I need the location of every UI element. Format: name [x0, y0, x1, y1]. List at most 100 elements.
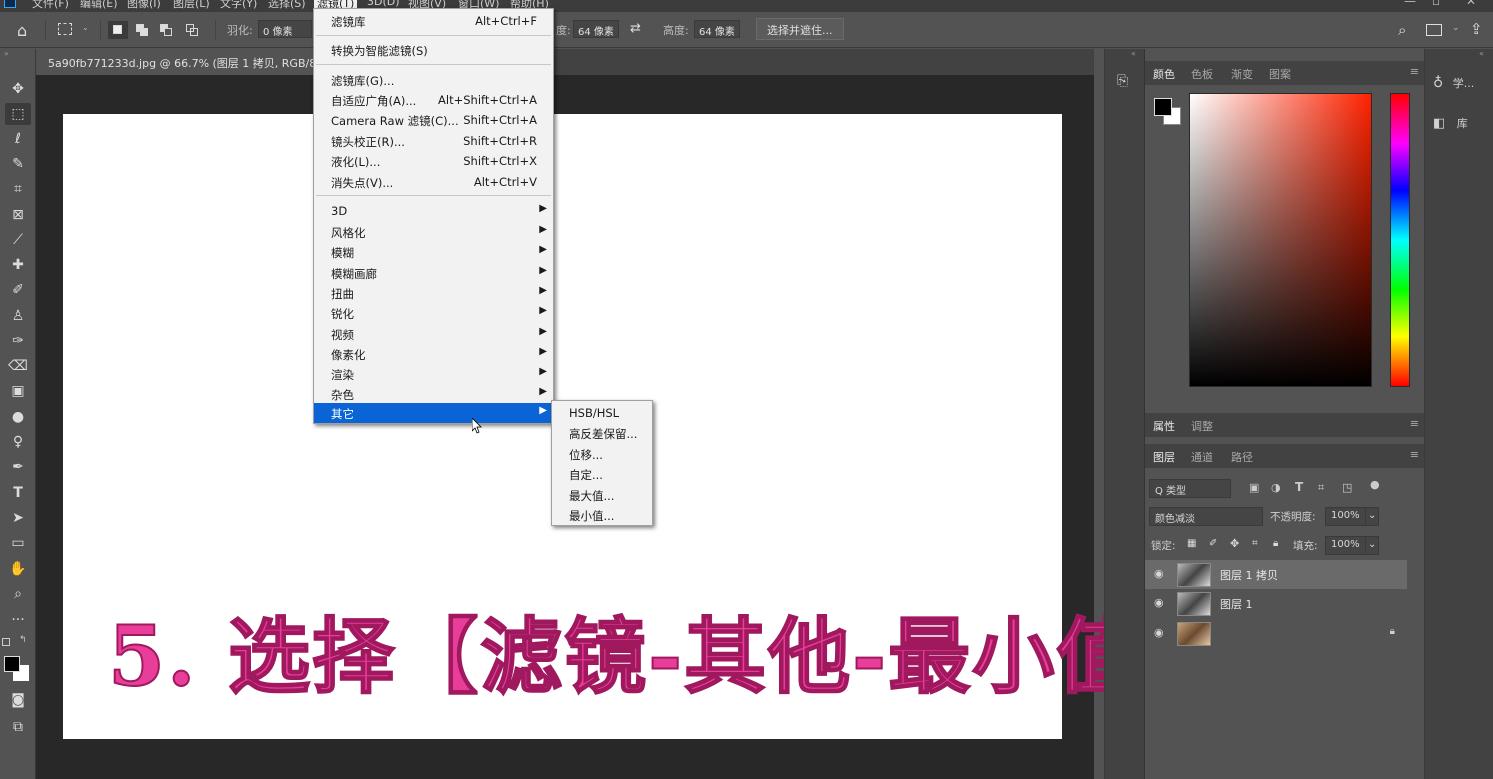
menu-item-convert-smart-filter[interactable]: 转换为智能滤镜(S) — [314, 40, 553, 60]
menu-item-high-pass[interactable]: 高反差保留... — [552, 423, 652, 443]
collapse-icon[interactable]: « — [1479, 49, 1484, 58]
tab-adjustments[interactable]: 调整 — [1191, 418, 1213, 434]
eye-icon[interactable]: ◉ — [1154, 596, 1164, 609]
intersect-selection-icon[interactable] — [186, 24, 198, 36]
opacity-input[interactable]: 100% — [1325, 507, 1369, 526]
healing-brush-tool-icon[interactable]: ✚ — [5, 254, 31, 276]
learn-panel-button[interactable]: ♁ 学... — [1433, 75, 1474, 91]
menu-item-maximum[interactable]: 最大值... — [552, 485, 652, 505]
chevron-down-icon[interactable]: ⌄ — [82, 23, 89, 32]
filter-toggle-icon[interactable]: ● — [1370, 478, 1380, 491]
chevron-down-icon[interactable]: ⌄ — [1452, 23, 1460, 33]
tab-channels[interactable]: 通道 — [1191, 449, 1213, 465]
select-and-mask-button[interactable]: 选择并遮住... — [756, 18, 844, 40]
menu-item-noise[interactable]: 杂色 ▶ — [314, 384, 553, 404]
blend-mode-dropdown[interactable]: 颜色减淡 — [1149, 507, 1263, 526]
quick-mask-icon[interactable]: ◙ — [5, 689, 31, 711]
menu-item-3d[interactable]: 3D ▶ — [314, 201, 553, 221]
tab-properties[interactable]: 属性 — [1153, 418, 1175, 434]
rectangle-tool-icon[interactable]: ▭ — [5, 532, 31, 554]
menu-item-other[interactable]: 其它 ▶ — [314, 403, 553, 423]
eye-icon[interactable]: ◉ — [1154, 567, 1164, 580]
height-input[interactable]: 64 像素 — [694, 20, 740, 38]
menu-item-video[interactable]: 视频 ▶ — [314, 324, 553, 344]
tab-paths[interactable]: 路径 — [1231, 449, 1253, 465]
menu-item-offset[interactable]: 位移... — [552, 444, 652, 464]
tab-layers[interactable]: 图层 — [1153, 449, 1175, 465]
close-icon[interactable]: ✕ — [1466, 0, 1476, 8]
menu-image[interactable]: 图像(I) — [127, 0, 161, 11]
eyedropper-tool-icon[interactable]: ⟋ — [5, 229, 31, 251]
menu-item-custom[interactable]: 自定... — [552, 464, 652, 484]
frame-tool-icon[interactable]: ⊠ — [5, 204, 31, 226]
move-tool-icon[interactable]: ✥ — [5, 78, 31, 100]
layer-row[interactable]: ◉ 🔒︎ — [1145, 619, 1407, 648]
layer-row[interactable]: ◉ 图层 1 — [1145, 589, 1407, 618]
library-panel-button[interactable]: ◧ 库 — [1433, 115, 1468, 131]
brush-tool-icon[interactable]: ✐ — [5, 279, 31, 301]
eraser-tool-icon[interactable]: ⌫ — [5, 355, 31, 377]
maximize-icon[interactable]: ▫ — [1432, 0, 1440, 8]
chevron-down-icon[interactable]: ⌄ — [1365, 507, 1379, 526]
menu-3d[interactable]: 3D(D) — [367, 0, 400, 8]
menu-item-sharpen[interactable]: 锐化 ▶ — [314, 303, 553, 323]
menu-file[interactable]: 文件(F) — [32, 0, 69, 11]
panel-menu-icon[interactable]: ≡ — [1410, 65, 1419, 78]
tab-gradients[interactable]: 渐变 — [1231, 66, 1253, 82]
add-selection-icon[interactable] — [136, 24, 148, 36]
menu-item-stylize[interactable]: 风格化 ▶ — [314, 222, 553, 242]
path-select-tool-icon[interactable]: ➤ — [5, 507, 31, 529]
subtract-selection-icon[interactable] — [160, 24, 172, 36]
menu-select[interactable]: 选择(S) — [268, 0, 306, 11]
menu-item-liquify[interactable]: 液化(L)... Shift+Ctrl+X — [314, 151, 553, 171]
search-icon[interactable]: ⌕ — [1398, 21, 1406, 39]
panel-menu-icon[interactable]: ≡ — [1410, 417, 1419, 430]
menu-item-vanishing-point[interactable]: 消失点(V)... Alt+Ctrl+V — [314, 172, 553, 192]
lock-pixels-icon[interactable]: ▦ — [1187, 538, 1196, 549]
pen-tool-icon[interactable]: ✒ — [5, 456, 31, 478]
lock-paint-icon[interactable]: ✐ — [1209, 538, 1217, 549]
eye-icon[interactable]: ◉ — [1154, 626, 1164, 639]
menu-item-lens-correction[interactable]: 镜头校正(R)... Shift+Ctrl+R — [314, 131, 553, 151]
shape-filter-icon[interactable]: ⌗ — [1318, 481, 1324, 495]
adjustment-filter-icon[interactable]: ◑ — [1271, 481, 1281, 494]
collapse-icon[interactable]: » — [4, 49, 9, 58]
menu-item-hsb-hsl[interactable]: HSB/HSL — [552, 403, 652, 423]
menu-edit[interactable]: 编辑(E) — [80, 0, 118, 11]
type-tool-icon[interactable]: T — [5, 482, 31, 504]
workspace-icon[interactable] — [1426, 24, 1442, 36]
menu-layer[interactable]: 图层(L) — [173, 0, 210, 11]
stamp-tool-icon[interactable]: ♙ — [5, 305, 31, 327]
hue-slider[interactable] — [1390, 93, 1410, 387]
menu-item-distort[interactable]: 扭曲 ▶ — [314, 283, 553, 303]
fill-input[interactable]: 100% — [1325, 536, 1369, 555]
screen-mode-icon[interactable]: ⧉ — [5, 716, 31, 738]
layer-row[interactable]: ◉ 图层 1 拷贝 — [1145, 560, 1407, 589]
smart-object-filter-icon[interactable]: ◳ — [1342, 481, 1352, 494]
menu-item-blur[interactable]: 模糊 ▶ — [314, 242, 553, 262]
history-brush-tool-icon[interactable]: ✑ — [5, 330, 31, 352]
crop-tool-icon[interactable]: ⌗ — [5, 178, 31, 200]
chevron-down-icon[interactable]: ⌄ — [1365, 536, 1379, 555]
history-panel-icon[interactable]: ⎘ — [1117, 73, 1128, 89]
lasso-tool-icon[interactable]: ℓ — [5, 128, 31, 150]
menu-item-adaptive-wide-angle[interactable]: 自适应广角(A)... Alt+Shift+Ctrl+A — [314, 90, 553, 110]
menu-item-pixelate[interactable]: 像素化 ▶ — [314, 344, 553, 364]
panel-menu-icon[interactable]: ≡ — [1410, 448, 1419, 461]
tab-color[interactable]: 颜色 — [1153, 66, 1175, 82]
menu-item-render[interactable]: 渲染 ▶ — [314, 364, 553, 384]
width-input[interactable]: 64 像素 — [573, 20, 619, 38]
lock-all-icon[interactable]: 🔒︎ — [1273, 538, 1278, 549]
collapse-icon[interactable]: « — [1131, 49, 1136, 58]
menu-item-minimum[interactable]: 最小值... — [552, 505, 652, 525]
image-filter-icon[interactable]: ▣ — [1249, 481, 1259, 494]
layer-filter-dropdown[interactable]: Q 类型 — [1149, 479, 1231, 498]
menu-item-blur-gallery[interactable]: 模糊画廊 ▶ — [314, 263, 553, 283]
color-picker-field[interactable] — [1189, 93, 1372, 387]
default-colors-icon[interactable] — [2, 638, 10, 646]
swap-colors-icon[interactable]: ↰ — [19, 635, 27, 645]
menu-item-filter-gallery-last[interactable]: 滤镜库 Alt+Ctrl+F — [314, 11, 553, 31]
more-tools-icon[interactable]: ··· — [5, 609, 31, 631]
hand-tool-icon[interactable]: ✋ — [5, 558, 31, 580]
marquee-preset-icon[interactable] — [58, 23, 72, 35]
